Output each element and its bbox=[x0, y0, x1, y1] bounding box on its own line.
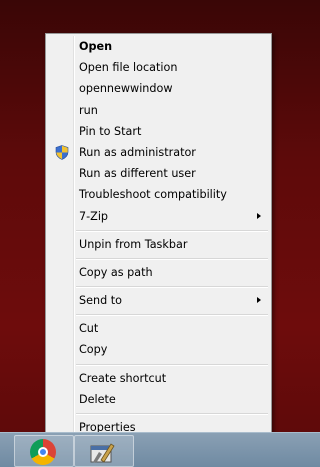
menu-item-create-shortcut[interactable]: Create shortcut bbox=[48, 368, 269, 389]
menu-item-copy-as-path[interactable]: Copy as path bbox=[48, 262, 269, 283]
submenu-arrow-icon bbox=[257, 297, 261, 304]
chrome-icon bbox=[30, 439, 56, 465]
menu-separator bbox=[48, 283, 269, 290]
menu-item-open[interactable]: Open bbox=[48, 36, 269, 57]
menu-item-label: Run as administrator bbox=[79, 145, 196, 159]
menu-item-run[interactable]: run bbox=[48, 100, 269, 121]
menu-item-label: 7-Zip bbox=[79, 209, 109, 223]
menu-item-troubleshoot-compatibility[interactable]: Troubleshoot compatibility bbox=[48, 184, 269, 205]
menu-separator bbox=[48, 410, 269, 417]
menu-item-send-to[interactable]: Send to bbox=[48, 290, 269, 311]
menu-item-copy[interactable]: Copy bbox=[48, 339, 269, 360]
menu-separator bbox=[48, 255, 269, 262]
menu-item-opennewwindow[interactable]: opennewwindow bbox=[48, 78, 269, 99]
menu-item-open-file-location[interactable]: Open file location bbox=[48, 57, 269, 78]
menu-item-delete[interactable]: Delete bbox=[48, 389, 269, 410]
uac-shield-icon bbox=[55, 145, 69, 160]
submenu-arrow-icon bbox=[257, 212, 261, 219]
menu-item-unpin-from-taskbar[interactable]: Unpin from Taskbar bbox=[48, 234, 269, 255]
menu-separator bbox=[48, 227, 269, 234]
menu-separator bbox=[48, 311, 269, 318]
menu-item-run-as-administrator[interactable]: Run as administrator bbox=[48, 142, 269, 163]
menu-item-label: Send to bbox=[79, 294, 122, 308]
menu-separator bbox=[48, 361, 269, 368]
menu-item-pin-to-start[interactable]: Pin to Start bbox=[48, 121, 269, 142]
menu-item-7-zip[interactable]: 7-Zip bbox=[48, 206, 269, 227]
context-menu: Open Open file location opennewwindow ru… bbox=[45, 33, 272, 443]
menu-item-cut[interactable]: Cut bbox=[48, 318, 269, 339]
application-icon bbox=[90, 443, 115, 463]
menu-item-run-as-different-user[interactable]: Run as different user bbox=[48, 163, 269, 184]
